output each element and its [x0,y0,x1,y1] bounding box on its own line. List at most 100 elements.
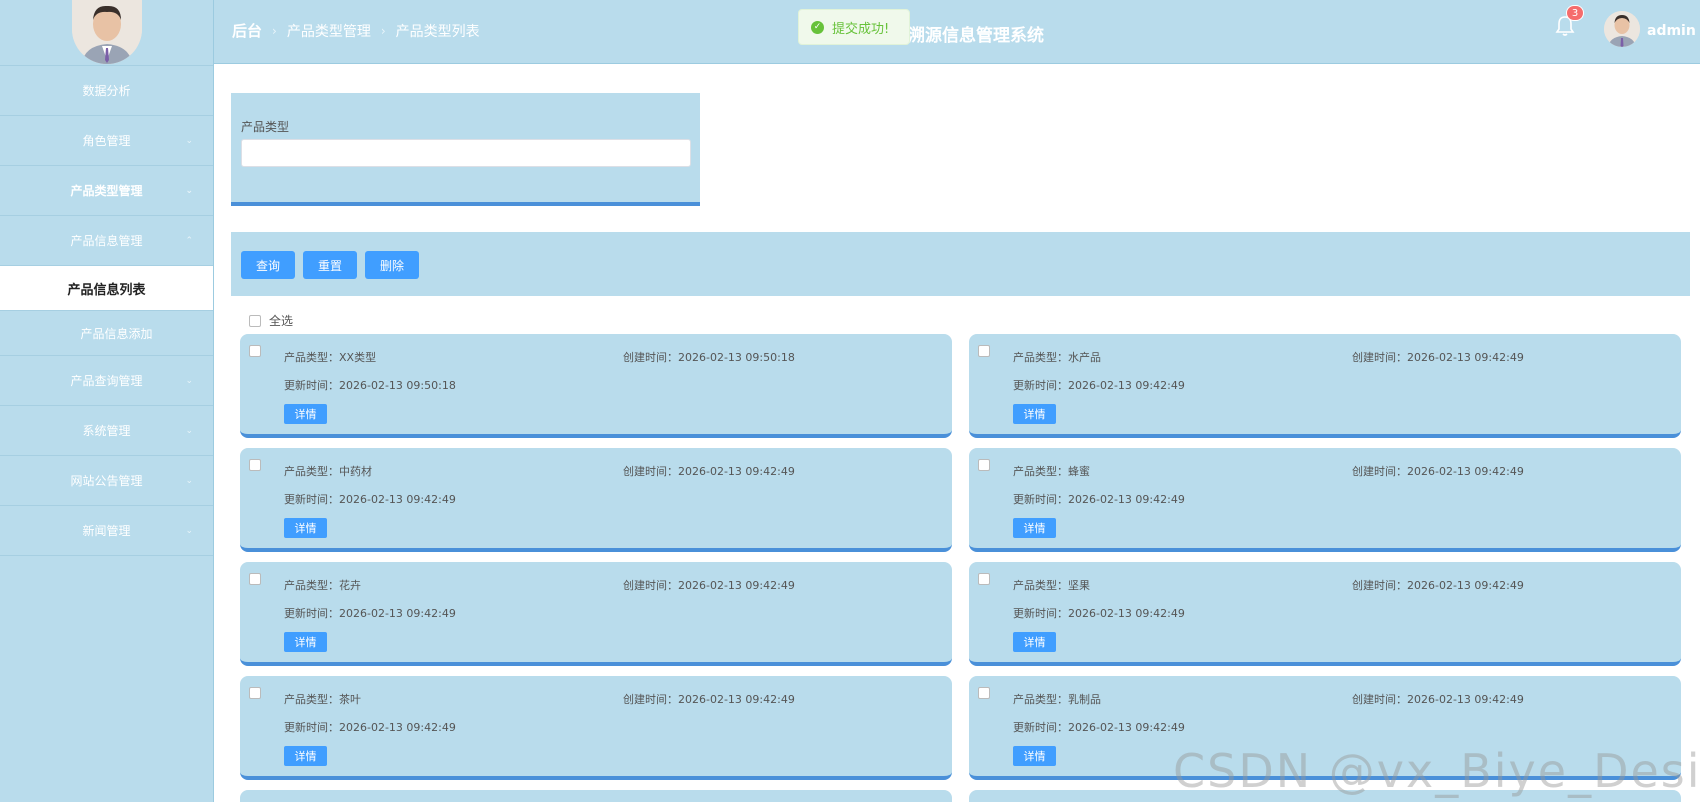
updated-time: 更新时间：2026-02-13 09:50:18 [284,379,456,392]
chevron-down-icon: ⌄ [185,185,193,196]
updated-time: 更新时间：2026-02-13 09:42:49 [1013,493,1185,506]
query-button[interactable]: 查询 [241,251,295,279]
menu-item-product-type-management[interactable]: 产品类型管理 ⌄ [0,166,213,216]
sidebar-avatar-area [0,0,213,66]
toast-message: 提交成功! [832,21,890,37]
created-time: 创建时间：2026-02-13 09:50:18 [623,351,795,364]
breadcrumb-home[interactable]: 后台 [232,20,262,41]
created-time: 创建时间：2026-02-13 09:42:49 [1352,693,1524,706]
detail-button[interactable]: 详情 [1013,746,1056,766]
detail-button[interactable]: 详情 [284,404,327,424]
item-checkbox[interactable] [249,345,261,357]
menu-item-product-info-management[interactable]: 产品信息管理 ⌃ [0,216,213,266]
chevron-right-icon: › [380,23,386,38]
sidebar: 数据分析 角色管理 ⌄ 产品类型管理 ⌄ 产品信息管理 ⌃ 产品信息列表 产品信… [0,0,214,802]
user-avatar[interactable] [1604,11,1640,47]
product-type: 产品类型：中药材 [284,465,372,478]
product-type-input[interactable] [241,139,691,167]
list-item: 产品类型：中药材 创建时间：2026-02-13 09:42:49 更新时间：2… [240,448,952,552]
detail-button[interactable]: 详情 [1013,632,1056,652]
list-item: 产品类型：蜂蜜 创建时间：2026-02-13 09:42:49 更新时间：20… [969,448,1681,552]
list-item: 产品类型：坚果 创建时间：2026-02-13 09:42:49 更新时间：20… [969,562,1681,666]
product-type: 产品类型：乳制品 [1013,693,1101,706]
created-time: 创建时间：2026-02-13 09:42:49 [1352,579,1524,592]
chevron-down-icon: ⌄ [185,425,193,436]
menu-item-site-notice-management[interactable]: 网站公告管理 ⌄ [0,456,213,506]
delete-button[interactable]: 删除 [365,251,419,279]
menu-item-label: 新闻管理 [82,524,131,538]
product-type: 产品类型：蜂蜜 [1013,465,1090,478]
created-time: 创建时间：2026-02-13 09:42:49 [1352,351,1524,364]
submenu-item-product-info-list[interactable]: 产品信息列表 [0,266,213,311]
product-type: 产品类型：茶叶 [284,693,361,706]
detail-button[interactable]: 详情 [284,746,327,766]
select-all-checkbox[interactable] [249,314,261,327]
watermark: CSDN @vx_Biye_Design [1173,744,1700,798]
menu-item-label: 数据分析 [82,84,131,98]
detail-button[interactable]: 详情 [284,632,327,652]
menu-item-system-management[interactable]: 系统管理 ⌄ [0,406,213,456]
menu-item-news-management[interactable]: 新闻管理 ⌄ [0,506,213,556]
created-time: 创建时间：2026-02-13 09:42:49 [623,579,795,592]
chevron-down-icon: ⌄ [185,525,193,536]
updated-time: 更新时间：2026-02-13 09:42:49 [284,721,456,734]
updated-time: 更新时间：2026-02-13 09:42:49 [1013,379,1185,392]
success-toast: ✓ 提交成功! [798,9,910,45]
item-checkbox[interactable] [978,459,990,471]
product-type: 产品类型：XX类型 [284,351,377,364]
system-title: 溯源信息管理系统 [908,26,1044,46]
submenu-item-product-info-add[interactable]: 产品信息添加 [0,311,213,356]
username[interactable]: admin [1647,23,1696,39]
chevron-down-icon: ⌄ [185,135,193,146]
created-time: 创建时间：2026-02-13 09:42:49 [1352,465,1524,478]
detail-button[interactable]: 详情 [1013,518,1056,538]
menu-item-label: 角色管理 [82,134,131,148]
check-circle-icon: ✓ [811,20,824,34]
menu-item-label: 产品信息管理 [70,234,143,248]
chevron-down-icon: ⌄ [185,375,193,386]
updated-time: 更新时间：2026-02-13 09:42:49 [1013,607,1185,620]
menu-item-product-query-management[interactable]: 产品查询管理 ⌄ [0,356,213,406]
reset-button[interactable]: 重置 [303,251,357,279]
chevron-right-icon: › [272,23,277,38]
search-panel: 产品类型 [231,93,700,206]
created-time: 创建时间：2026-02-13 09:42:49 [623,465,795,478]
breadcrumb: 后台 › 产品类型管理 › 产品类型列表 [232,20,480,41]
item-checkbox[interactable] [249,687,261,699]
product-type: 产品类型：坚果 [1013,579,1090,592]
menu-item-role-management[interactable]: 角色管理 ⌄ [0,116,213,166]
action-bar: 查询 重置 删除 [231,232,1690,296]
submenu-item-label: 产品信息添加 [80,326,153,341]
item-checkbox[interactable] [978,345,990,357]
menu-item-label: 网站公告管理 [70,474,143,488]
list-item-partial [240,790,952,802]
search-label: 产品类型 [241,120,290,134]
menu-item-label: 产品查询管理 [70,374,143,388]
select-all[interactable]: 全选 [249,312,293,329]
menu-item-label: 产品类型管理 [70,184,143,198]
created-time: 创建时间：2026-02-13 09:42:49 [623,693,795,706]
detail-button[interactable]: 详情 [284,518,327,538]
notification-badge: 3 [1566,5,1584,21]
menu-item-data-analysis[interactable]: 数据分析 [0,66,213,116]
top-header: 后台 › 产品类型管理 › 产品类型列表 溯源信息管理系统 ✓ 提交成功! 3 … [214,0,1700,64]
submenu-item-label: 产品信息列表 [67,282,146,298]
item-checkbox[interactable] [978,687,990,699]
item-checkbox[interactable] [249,459,261,471]
list-item: 产品类型：茶叶 创建时间：2026-02-13 09:42:49 更新时间：20… [240,676,952,780]
list-item: 产品类型：XX类型 创建时间：2026-02-13 09:50:18 更新时间：… [240,334,952,438]
list-item: 产品类型：水产品 创建时间：2026-02-13 09:42:49 更新时间：2… [969,334,1681,438]
breadcrumb-item[interactable]: 产品类型管理 [287,21,371,41]
detail-button[interactable]: 详情 [1013,404,1056,424]
chevron-up-icon: ⌃ [185,235,193,246]
updated-time: 更新时间：2026-02-13 09:42:49 [284,607,456,620]
breadcrumb-item: 产品类型列表 [395,23,480,40]
select-all-label: 全选 [269,314,294,328]
chevron-down-icon: ⌄ [185,475,193,486]
item-checkbox[interactable] [978,573,990,585]
updated-time: 更新时间：2026-02-13 09:42:49 [284,493,456,506]
item-checkbox[interactable] [249,573,261,585]
updated-time: 更新时间：2026-02-13 09:42:49 [1013,721,1185,734]
menu-item-label: 系统管理 [82,424,131,438]
product-type: 产品类型：水产品 [1013,351,1101,364]
